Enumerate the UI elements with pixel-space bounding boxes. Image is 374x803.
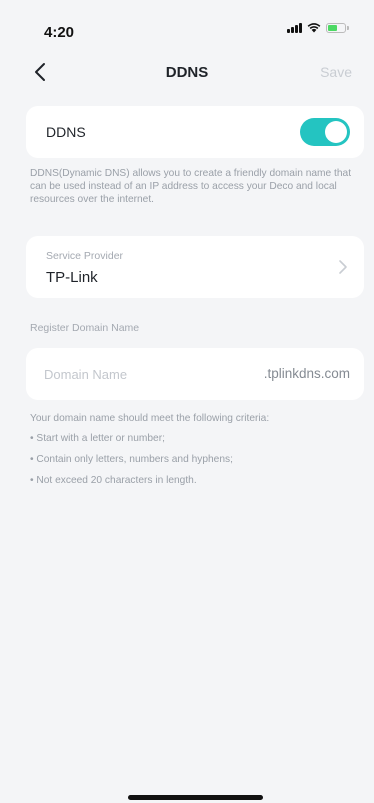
ddns-toggle[interactable] xyxy=(300,118,350,146)
domain-name-input[interactable] xyxy=(44,362,244,386)
chevron-right-icon xyxy=(339,260,347,274)
home-indicator xyxy=(128,795,263,800)
criteria-list: Start with a letter or number; Contain o… xyxy=(30,432,366,488)
ddns-label: DDNS xyxy=(46,124,86,140)
battery-icon xyxy=(326,22,349,33)
register-domain-label: Register Domain Name xyxy=(30,322,140,334)
domain-criteria: Your domain name should meet the followi… xyxy=(30,412,366,495)
nav-bar: DDNS Save xyxy=(0,52,374,92)
criteria-title: Your domain name should meet the followi… xyxy=(30,413,270,424)
service-provider-value: TP-Link xyxy=(46,269,98,286)
ddns-toggle-card: DDNS xyxy=(26,106,364,158)
signal-icon xyxy=(287,22,302,33)
status-icons xyxy=(287,22,349,33)
domain-name-card: .tplinkdns.com xyxy=(26,348,364,400)
toggle-knob xyxy=(325,121,347,143)
domain-suffix: .tplinkdns.com xyxy=(263,366,350,381)
criteria-item: Start with a letter or number; xyxy=(30,432,366,446)
criteria-item: Not exceed 20 characters in length. xyxy=(30,474,366,488)
save-button[interactable]: Save xyxy=(320,64,352,80)
service-provider-row[interactable]: Service Provider TP-Link xyxy=(26,236,364,298)
ddns-description: DDNS(Dynamic DNS) allows you to create a… xyxy=(30,168,352,205)
status-bar: 4:20 xyxy=(0,0,374,52)
service-provider-caption: Service Provider xyxy=(46,250,124,262)
page-title: DDNS xyxy=(165,64,209,81)
criteria-item: Contain only letters, numbers and hyphen… xyxy=(30,453,366,467)
wifi-icon xyxy=(307,23,321,33)
status-time: 4:20 xyxy=(44,24,75,41)
